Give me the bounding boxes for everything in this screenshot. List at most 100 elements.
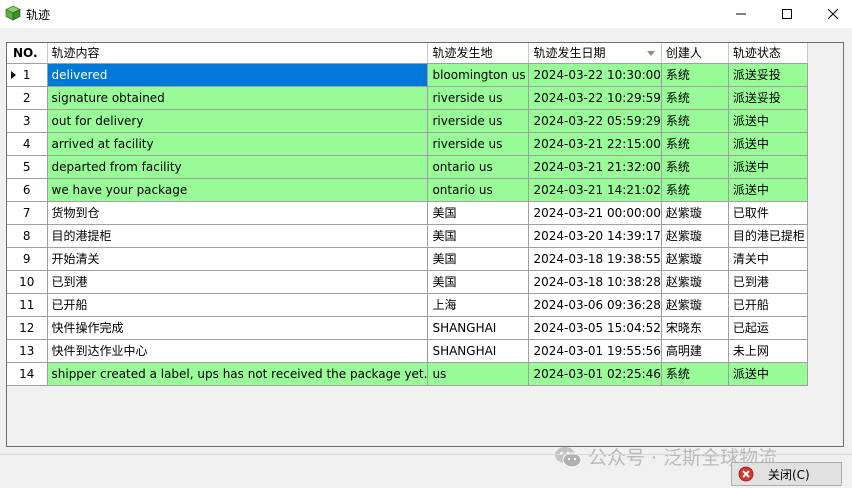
cell-status[interactable]: 已起运	[728, 316, 808, 340]
cell-location[interactable]: 美国	[427, 270, 530, 294]
cell-status[interactable]: 派送妥投	[728, 63, 808, 87]
cell-status[interactable]: 派送中	[728, 178, 808, 202]
cell-date[interactable]: 2024-03-05 15:04:52	[528, 316, 662, 340]
row-number[interactable]: 7	[7, 201, 48, 225]
cell-location[interactable]: ontario us	[427, 155, 530, 179]
table-row[interactable]: 11 已开船 上海 2024-03-06 09:36:28 赵紫璇 已开船	[7, 293, 808, 317]
cell-content[interactable]: signature obtained	[47, 86, 429, 110]
cell-status[interactable]: 未上网	[728, 339, 808, 363]
minimize-button[interactable]	[718, 0, 764, 28]
cell-content[interactable]: 快件操作完成	[47, 316, 429, 340]
cell-location[interactable]: 美国	[427, 247, 530, 271]
row-number[interactable]: 12	[7, 316, 48, 340]
col-header-content[interactable]: 轨迹内容	[47, 43, 429, 64]
cell-location[interactable]: SHANGHAI	[427, 339, 530, 363]
cell-status[interactable]: 已到港	[728, 270, 808, 294]
row-number[interactable]: 6	[7, 178, 48, 202]
table-row[interactable]: 12 快件操作完成 SHANGHAI 2024-03-05 15:04:52 宋晓东 已起…	[7, 316, 808, 340]
cell-location[interactable]: us	[427, 362, 530, 386]
cell-content[interactable]: 已开船	[47, 293, 429, 317]
cell-status[interactable]: 派送中	[728, 362, 808, 386]
cell-date[interactable]: 2024-03-21 14:21:02	[528, 178, 662, 202]
cell-location[interactable]: bloomington us	[427, 63, 530, 87]
row-number[interactable]: 4	[7, 132, 48, 156]
row-number[interactable]: 8	[7, 224, 48, 248]
cell-status[interactable]: 派送妥投	[728, 86, 808, 110]
cell-content[interactable]: delivered	[47, 63, 429, 87]
cell-location[interactable]: 美国	[427, 201, 530, 225]
cell-date[interactable]: 2024-03-21 21:32:00	[528, 155, 662, 179]
cell-date[interactable]: 2024-03-01 02:25:46	[528, 362, 662, 386]
cell-location[interactable]: ontario us	[427, 178, 530, 202]
col-header-no[interactable]: NO.	[7, 43, 48, 64]
cell-location[interactable]: riverside us	[427, 132, 530, 156]
cell-creator[interactable]: 赵紫璇	[661, 201, 729, 225]
cell-content[interactable]: departed from facility	[47, 155, 429, 179]
row-number[interactable]: 11	[7, 293, 48, 317]
cell-status[interactable]: 已取件	[728, 201, 808, 225]
table-row[interactable]: 9 开始清关 美国 2024-03-18 19:38:55 赵紫璇 清关中	[7, 247, 808, 271]
cell-content[interactable]: 开始清关	[47, 247, 429, 271]
table-row[interactable]: 1 delivered bloomington us 2024-03-22 10:30…	[7, 63, 808, 87]
cell-creator[interactable]: 系统	[661, 109, 729, 133]
cell-status[interactable]: 已开船	[728, 293, 808, 317]
table-row[interactable]: 5 departed from facility ontario us 2024-03…	[7, 155, 808, 179]
cell-content[interactable]: out for delivery	[47, 109, 429, 133]
tracking-grid[interactable]: NO. 轨迹内容 轨迹发生地 轨迹发生日期 创建人 轨迹状态 1 delivere…	[6, 42, 844, 447]
row-number[interactable]: 13	[7, 339, 48, 363]
close-dialog-button[interactable]: 关闭(C)	[731, 462, 842, 486]
cell-status[interactable]: 派送中	[728, 132, 808, 156]
cell-creator[interactable]: 系统	[661, 132, 729, 156]
maximize-button[interactable]	[764, 0, 810, 28]
table-row[interactable]: 2 signature obtained riverside us 2024-03-2…	[7, 86, 808, 110]
table-row[interactable]: 13 快件到达作业中心 SHANGHAI 2024-03-01 19:55:56 高明建…	[7, 339, 808, 363]
col-header-status[interactable]: 轨迹状态	[728, 43, 808, 64]
row-number[interactable]: 14	[7, 362, 48, 386]
cell-date[interactable]: 2024-03-01 19:55:56	[528, 339, 662, 363]
table-row[interactable]: 6 we have your package ontario us 2024-03-2…	[7, 178, 808, 202]
cell-content[interactable]: we have your package	[47, 178, 429, 202]
cell-content[interactable]: 目的港提柜	[47, 224, 429, 248]
cell-creator[interactable]: 系统	[661, 155, 729, 179]
cell-creator[interactable]: 系统	[661, 178, 729, 202]
cell-status[interactable]: 目的港已提柜	[728, 224, 808, 248]
row-number[interactable]: 1	[7, 63, 48, 87]
row-number[interactable]: 2	[7, 86, 48, 110]
cell-content[interactable]: shipper created a label, ups has not rec…	[47, 362, 429, 386]
cell-date[interactable]: 2024-03-22 10:30:00	[528, 63, 662, 87]
cell-creator[interactable]: 赵紫璇	[661, 270, 729, 294]
cell-content[interactable]: 货物到仓	[47, 201, 429, 225]
col-header-date[interactable]: 轨迹发生日期	[528, 43, 662, 64]
cell-creator[interactable]: 系统	[661, 86, 729, 110]
cell-location[interactable]: riverside us	[427, 86, 530, 110]
cell-status[interactable]: 派送中	[728, 155, 808, 179]
cell-content[interactable]: arrived at facility	[47, 132, 429, 156]
cell-creator[interactable]: 赵紫璇	[661, 293, 729, 317]
cell-location[interactable]: 美国	[427, 224, 530, 248]
cell-location[interactable]: 上海	[427, 293, 530, 317]
table-row[interactable]: 8 目的港提柜 美国 2024-03-20 14:39:17 赵紫璇 目的港已提柜	[7, 224, 808, 248]
cell-location[interactable]: riverside us	[427, 109, 530, 133]
cell-date[interactable]: 2024-03-22 05:59:29	[528, 109, 662, 133]
cell-creator[interactable]: 赵紫璇	[661, 247, 729, 271]
cell-creator[interactable]: 赵紫璇	[661, 224, 729, 248]
cell-date[interactable]: 2024-03-20 14:39:17	[528, 224, 662, 248]
row-number[interactable]: 9	[7, 247, 48, 271]
cell-date[interactable]: 2024-03-18 19:38:55	[528, 247, 662, 271]
cell-date[interactable]: 2024-03-21 00:00:00	[528, 201, 662, 225]
cell-date[interactable]: 2024-03-18 10:38:28	[528, 270, 662, 294]
table-row[interactable]: 10 已到港 美国 2024-03-18 10:38:28 赵紫璇 已到港	[7, 270, 808, 294]
table-row[interactable]: 3 out for delivery riverside us 2024-03-22 …	[7, 109, 808, 133]
cell-date[interactable]: 2024-03-22 10:29:59	[528, 86, 662, 110]
cell-date[interactable]: 2024-03-06 09:36:28	[528, 293, 662, 317]
row-number[interactable]: 3	[7, 109, 48, 133]
cell-creator[interactable]: 系统	[661, 63, 729, 87]
table-row[interactable]: 7 货物到仓 美国 2024-03-21 00:00:00 赵紫璇 已取件	[7, 201, 808, 225]
cell-content[interactable]: 快件到达作业中心	[47, 339, 429, 363]
cell-date[interactable]: 2024-03-21 22:15:00	[528, 132, 662, 156]
col-header-creator[interactable]: 创建人	[661, 43, 729, 64]
table-row[interactable]: 14 shipper created a label, ups has not r…	[7, 362, 808, 386]
cell-creator[interactable]: 宋晓东	[661, 316, 729, 340]
cell-location[interactable]: SHANGHAI	[427, 316, 530, 340]
cell-status[interactable]: 派送中	[728, 109, 808, 133]
